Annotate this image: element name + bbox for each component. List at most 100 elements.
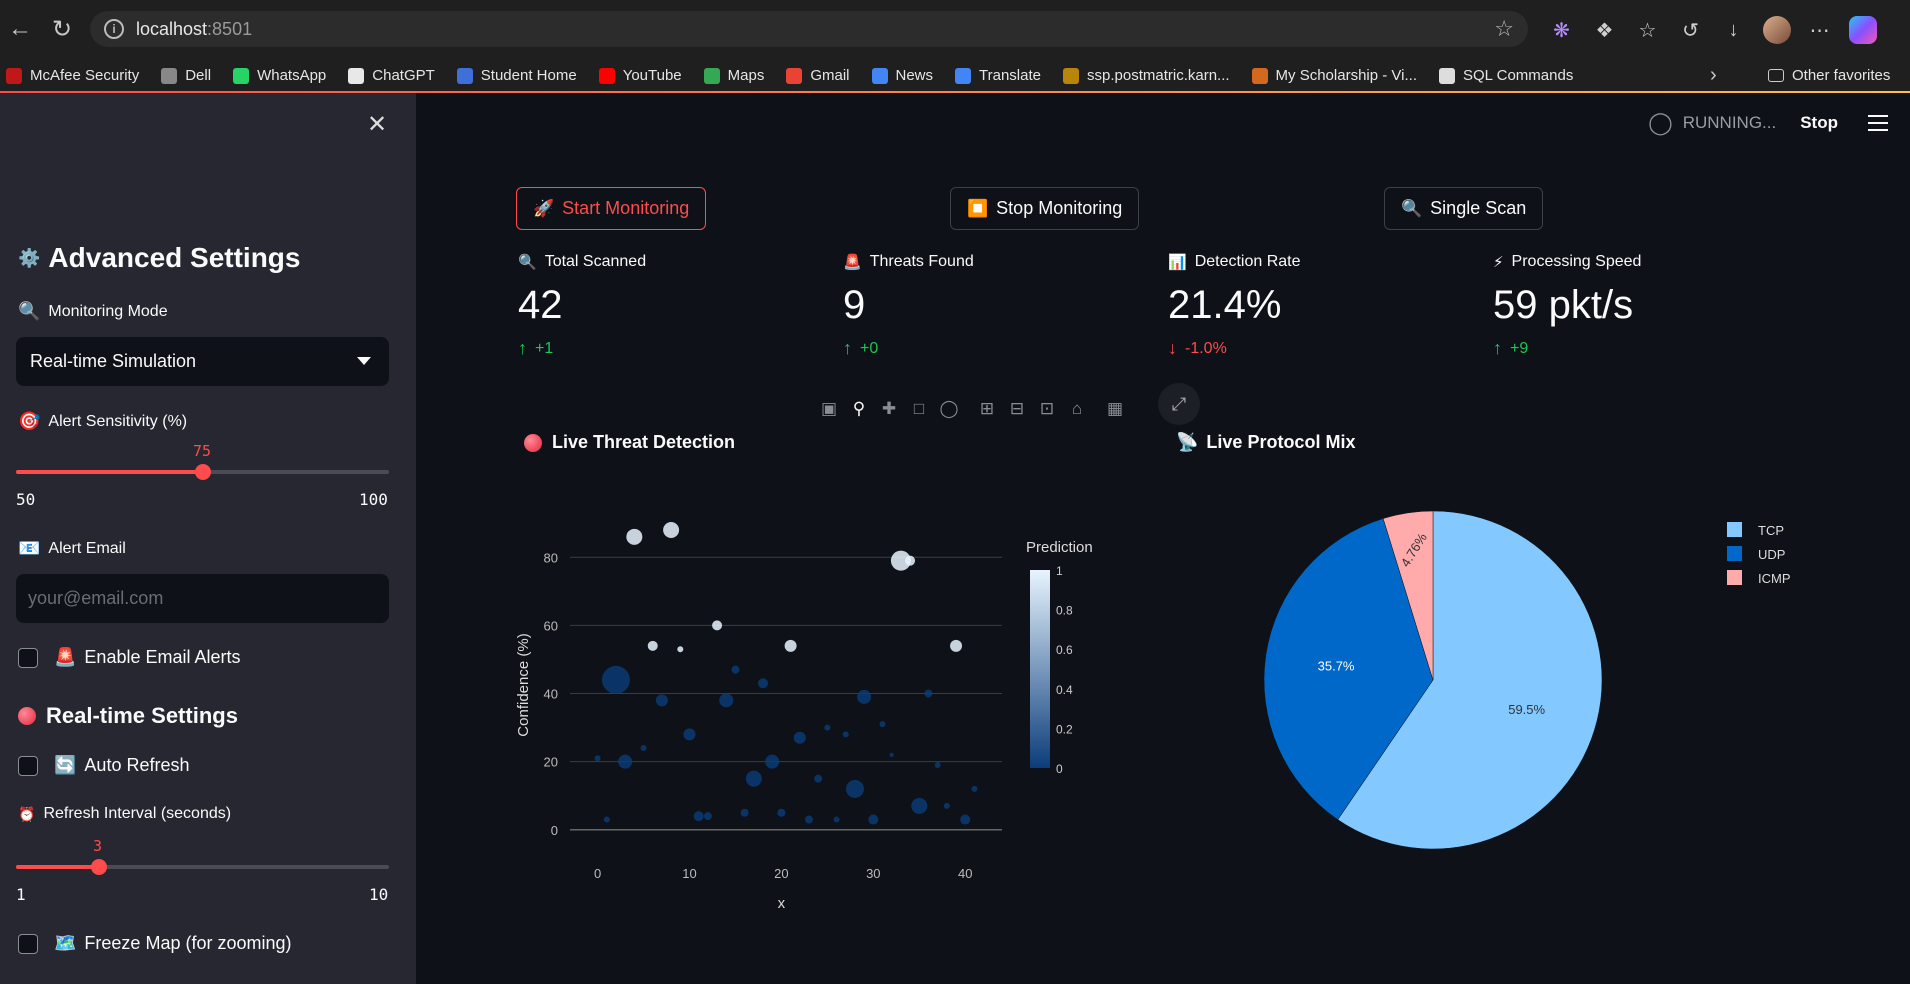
freeze-map-checkbox[interactable]: 🗺️ Freeze Map (for zooming) <box>18 933 292 954</box>
zoom-icon[interactable]: ⚲ <box>848 399 870 419</box>
chevron-down-icon <box>357 357 371 365</box>
bookmark-item[interactable]: SQL Commands <box>1439 67 1573 84</box>
bookmark-item[interactable]: WhatsApp <box>233 67 326 84</box>
metric-detection-rate: 📊 Detection Rate 21.4% ↓ -1.0% <box>1168 253 1301 359</box>
bookmark-item[interactable]: Student Home <box>456 67 577 84</box>
plotly-logo-icon[interactable]: ▦ <box>1104 399 1126 419</box>
zoom-out-icon[interactable]: ⊟ <box>1006 399 1028 419</box>
scatter-point <box>960 814 971 825</box>
checkbox-box[interactable] <box>18 933 38 954</box>
back-icon[interactable]: ← <box>0 9 40 49</box>
siren-icon: 🚨 <box>54 647 77 667</box>
auto-refresh-checkbox[interactable]: 🔄 Auto Refresh <box>18 755 189 776</box>
bookmark-icon <box>233 67 250 84</box>
bookmark-label: Student Home <box>480 67 577 84</box>
favorites-icon[interactable]: ☆ <box>1626 10 1669 50</box>
downloads-icon[interactable]: ↓ <box>1712 10 1755 50</box>
autoscale-icon[interactable]: ⊡ <box>1036 399 1058 419</box>
lasso-icon[interactable]: ◯ <box>938 399 960 419</box>
start-monitoring-button[interactable]: 🚀 Start Monitoring <box>516 187 707 230</box>
zoom-in-icon[interactable]: ⊞ <box>976 399 998 419</box>
home-icon[interactable]: ⌂ <box>1066 399 1088 419</box>
bookmark-item[interactable]: McAfee Security <box>6 67 139 84</box>
bookmark-icon <box>871 67 888 84</box>
other-favorites[interactable]: Other favorites <box>1768 67 1890 84</box>
bookmark-item[interactable]: My Scholarship - Vi... <box>1251 67 1417 84</box>
bookmark-label: SQL Commands <box>1463 67 1574 84</box>
alert-email-input[interactable]: your@email.com <box>16 574 389 623</box>
reload-icon[interactable]: ↻ <box>42 9 82 49</box>
bookmark-label: Maps <box>727 67 765 84</box>
bookmark-item[interactable]: ssp.postmatric.karn... <box>1063 67 1230 84</box>
target-icon: 🎯 <box>18 411 41 431</box>
address-bar[interactable]: i localhost:8501 ☆ <box>90 11 1528 47</box>
close-sidebar-icon[interactable]: ✕ <box>367 110 387 139</box>
colorbar-tick: 0.8 <box>1056 604 1073 618</box>
refresh-interval-value: 3 <box>93 837 103 855</box>
slider-fill <box>16 865 99 869</box>
scatter-point <box>833 816 840 823</box>
red-circle-icon <box>18 707 36 725</box>
alert-email-label: 📧 Alert Email <box>18 538 126 559</box>
bookmark-item[interactable]: Maps <box>703 67 765 84</box>
scatter-point <box>857 689 872 704</box>
scatter-point <box>626 528 643 545</box>
monitoring-mode-select[interactable]: Real-time Simulation <box>16 337 389 386</box>
arrow-up-icon: ↑ <box>518 338 527 358</box>
scatter-point <box>824 724 831 731</box>
scatter-point <box>663 522 680 538</box>
enable-email-alerts-checkbox[interactable]: 🚨 Enable Email Alerts <box>18 647 241 668</box>
stop-button[interactable]: Stop <box>1800 113 1838 133</box>
bookmark-icon <box>348 67 365 84</box>
extensions-icon[interactable]: ❖ <box>1583 10 1626 50</box>
x-tick-label: 40 <box>958 866 972 881</box>
checkbox-box[interactable] <box>18 755 38 776</box>
alert-sensitivity-slider[interactable] <box>16 464 389 480</box>
chevron-right-icon[interactable]: › <box>1710 64 1717 87</box>
slider-thumb[interactable] <box>194 464 211 480</box>
bar-chart-icon: 📊 <box>1168 254 1187 271</box>
scatter-point <box>845 779 864 798</box>
bookmark-label: ChatGPT <box>372 67 435 84</box>
profile-avatar[interactable] <box>1755 10 1798 50</box>
copilot-icon[interactable] <box>1841 10 1884 50</box>
monitoring-mode-value: Real-time Simulation <box>30 351 197 371</box>
metric-threats-found: 🚨 Threats Found 9 ↑ +0 <box>843 253 974 359</box>
ai-extension-icon[interactable]: ❋ <box>1540 10 1583 50</box>
bookmark-item[interactable]: Gmail <box>786 67 850 84</box>
favorite-star-icon[interactable]: ☆ <box>1494 16 1514 42</box>
history-icon[interactable]: ↺ <box>1669 10 1712 50</box>
checkbox-box[interactable] <box>18 647 38 668</box>
scatter-point <box>911 797 928 814</box>
stop-monitoring-button[interactable]: ⏹️ Stop Monitoring <box>950 187 1140 230</box>
refresh-interval-label: ⏰ Refresh Interval (seconds) <box>18 805 231 823</box>
refresh-interval-max: 10 <box>369 885 389 904</box>
camera-icon[interactable]: ▣ <box>818 399 840 419</box>
metric-delta-text: -1.0% <box>1185 339 1227 357</box>
fullscreen-icon[interactable]: ⤢ <box>1158 383 1200 425</box>
status-bar: ◯ RUNNING... Stop <box>1648 93 1910 153</box>
protocol-pie-chart[interactable]: 59.5%35.7%4.76% TCPUDPICMP <box>1240 500 1880 860</box>
y-tick-label: 0 <box>551 823 558 838</box>
metric-value: 42 <box>518 283 563 327</box>
box-select-icon[interactable]: □ <box>908 399 930 419</box>
slider-thumb[interactable] <box>90 859 107 875</box>
bookmark-icon <box>703 67 720 84</box>
scatter-point <box>731 665 740 674</box>
bookmark-item[interactable]: ChatGPT <box>348 67 435 84</box>
bookmark-label: Dell <box>185 67 212 84</box>
hamburger-menu-icon[interactable] <box>1868 115 1888 131</box>
bookmark-item[interactable]: Translate <box>955 67 1041 84</box>
single-scan-button[interactable]: 🔍 Single Scan <box>1384 187 1544 230</box>
search-icon: 🔍 <box>518 254 537 271</box>
bookmark-item[interactable]: YouTube <box>598 67 682 84</box>
threat-scatter-chart[interactable]: 0204060800 10 20 30 40xConfidence (%)Predict… <box>510 520 1130 920</box>
pan-icon[interactable]: ✚ <box>878 399 900 419</box>
scatter-point <box>603 816 610 823</box>
more-menu-icon[interactable]: ⋯ <box>1798 10 1841 50</box>
metric-delta-text: +0 <box>860 339 879 357</box>
bookmark-item[interactable]: Dell <box>161 67 211 84</box>
bookmark-item[interactable]: News <box>871 67 933 84</box>
site-info-icon[interactable]: i <box>104 19 124 39</box>
refresh-interval-slider[interactable] <box>16 859 389 875</box>
